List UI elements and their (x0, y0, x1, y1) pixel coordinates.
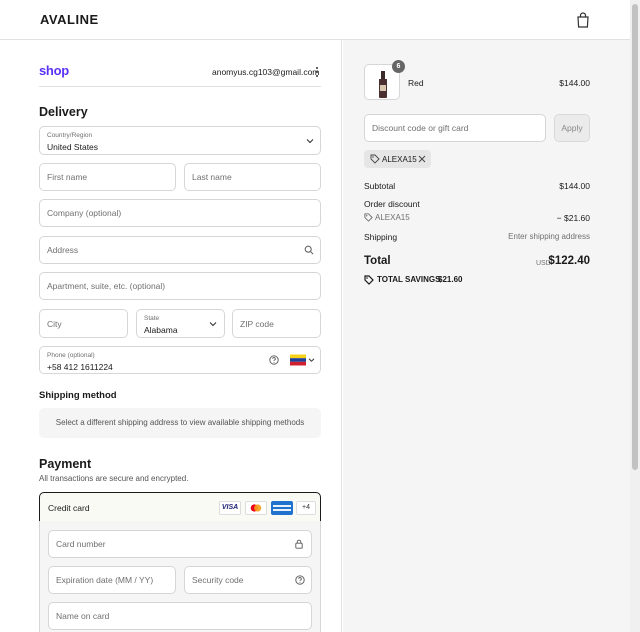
chevron-down-icon (306, 138, 314, 143)
company-field[interactable]: Company (optional) (39, 199, 321, 227)
delivery-heading: Delivery (39, 105, 88, 119)
shipping-method-heading: Shipping method (39, 390, 117, 401)
order-discount-label: Order discount (364, 199, 420, 209)
scrollbar-thumb[interactable] (632, 4, 638, 470)
security-code-field[interactable]: Security code (184, 566, 312, 594)
last-name-placeholder: Last name (192, 172, 232, 182)
savings-tag-icon (364, 275, 374, 285)
close-icon[interactable] (418, 155, 426, 163)
more-cards-badge: +4 (296, 501, 316, 515)
subtotal-value: $144.00 (559, 181, 590, 191)
discount-code-input[interactable]: Discount code or gift card (364, 114, 546, 142)
address-placeholder: Address (47, 245, 79, 255)
tag-icon (364, 213, 373, 222)
security-code-placeholder: Security code (192, 575, 244, 585)
company-placeholder: Company (optional) (47, 208, 122, 218)
subtotal-label: Subtotal (364, 181, 396, 191)
chevron-down-icon (209, 321, 217, 326)
first-name-placeholder: First name (47, 172, 88, 182)
country-value: United States (47, 142, 99, 152)
phone-value: +58 412 1611224 (47, 362, 113, 372)
phone-field[interactable]: Phone (optional) +58 412 1611224 (39, 346, 321, 374)
help-circle-icon[interactable] (295, 575, 305, 585)
product-price: $144.00 (559, 78, 590, 88)
expiration-date-field[interactable]: Expiration date (MM / YY) (48, 566, 176, 594)
total-savings-label: TOTAL SAVINGS (377, 275, 441, 284)
city-placeholder: City (47, 318, 62, 329)
page-scrollbar[interactable] (630, 0, 640, 632)
brand-logo[interactable]: AVALINE (40, 12, 99, 27)
name-on-card-placeholder: Name on card (56, 611, 110, 621)
search-icon (304, 245, 314, 255)
state-label: State (144, 315, 160, 322)
apartment-field[interactable]: Apartment, suite, etc. (optional) (39, 272, 321, 300)
chevron-down-icon (308, 358, 315, 362)
state-select[interactable]: State Alabama (136, 309, 225, 338)
visa-icon: VISA (219, 501, 241, 515)
discount-placeholder: Discount code or gift card (372, 123, 469, 133)
expiration-placeholder: Expiration date (MM / YY) (56, 575, 154, 585)
amex-icon (271, 501, 293, 515)
mastercard-icon (245, 501, 267, 515)
shopping-bag-icon[interactable] (576, 12, 590, 28)
total-savings-value: $21.60 (438, 275, 463, 284)
city-field[interactable]: City (39, 309, 128, 338)
name-on-card-field[interactable]: Name on card (48, 602, 312, 630)
quantity-badge: 6 (392, 60, 405, 73)
shipping-method-notice: Select a different shipping address to v… (39, 408, 321, 438)
card-number-field[interactable]: Card number (48, 530, 312, 558)
phone-label: Phone (optional) (47, 352, 95, 359)
discount-code-text: ALEXA15 (375, 213, 410, 222)
first-name-field[interactable]: First name (39, 163, 176, 191)
country-select[interactable]: Country/Region United States (39, 126, 321, 155)
venezuela-flag-icon[interactable] (290, 354, 306, 366)
shipping-notice-text: Select a different shipping address to v… (55, 418, 305, 427)
total-value: $122.40 (548, 255, 590, 267)
zip-placeholder: ZIP code (240, 318, 274, 329)
account-email: anomyus.cg103@gmail.com (212, 67, 320, 77)
apartment-placeholder: Apartment, suite, etc. (optional) (47, 281, 166, 291)
help-circle-icon[interactable] (269, 355, 279, 365)
card-number-placeholder: Card number (56, 539, 106, 549)
divider (39, 86, 321, 87)
product-name: Red (408, 78, 424, 88)
shipping-label: Shipping (364, 232, 398, 242)
credit-card-label: Credit card (48, 503, 90, 513)
payment-heading: Payment (39, 457, 92, 471)
country-label: Country/Region (47, 132, 93, 139)
payment-subtitle: All transactions are secure and encrypte… (39, 474, 189, 483)
address-field[interactable]: Address (39, 236, 321, 264)
lock-icon (295, 539, 303, 549)
zip-field[interactable]: ZIP code (232, 309, 321, 338)
top-header: AVALINE (0, 0, 630, 40)
apply-discount-button[interactable]: Apply (554, 114, 590, 142)
applied-discount-chip: ALEXA15 (364, 150, 431, 168)
shipping-value: Enter shipping address (508, 232, 590, 241)
discount-value: − $21.60 (556, 213, 590, 223)
credit-card-option[interactable]: Credit card VISA +4 (39, 492, 321, 522)
total-label: Total (364, 255, 391, 267)
last-name-field[interactable]: Last name (184, 163, 321, 191)
tag-icon (370, 154, 380, 164)
more-options-icon[interactable] (315, 66, 319, 78)
shop-pay-logo: shop (39, 63, 69, 78)
state-value: Alabama (144, 325, 178, 335)
applied-code-text: ALEXA15 (382, 155, 417, 164)
